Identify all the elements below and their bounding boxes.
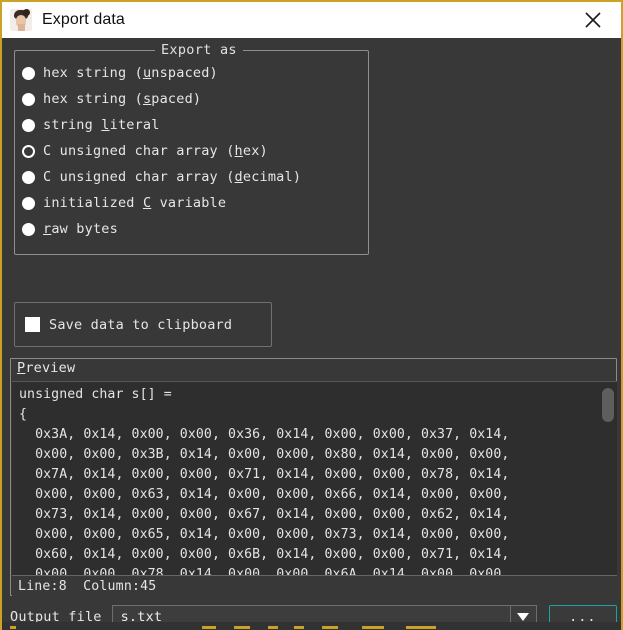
radio-label: C unsigned char array (decimal) xyxy=(43,169,302,185)
title-bar[interactable]: Export data xyxy=(2,2,621,38)
radio-label: C unsigned char array (hex) xyxy=(43,143,268,159)
radio-mark-unselected xyxy=(22,92,35,106)
radio-mark-unselected xyxy=(22,118,35,132)
radio-mark-unselected xyxy=(22,66,35,80)
preview-scrollbar-thumb[interactable] xyxy=(602,388,614,422)
export-as-legend: Export as xyxy=(155,42,243,58)
radio-mark-unselected xyxy=(22,170,35,184)
save-to-clipboard-checkbox[interactable]: Save data to clipboard xyxy=(14,302,272,347)
preview-content: unsigned char s[] = { 0x3A, 0x14, 0x00, … xyxy=(19,387,510,575)
chevron-down-icon xyxy=(517,613,530,621)
portrait-avatar-icon xyxy=(10,9,32,31)
radio-mark-unselected xyxy=(22,222,35,236)
preview-textarea[interactable]: unsigned char s[] = { 0x3A, 0x14, 0x00, … xyxy=(12,381,617,575)
export-data-dialog: Export data Export as hex string (unspac… xyxy=(0,0,623,630)
radio-label: hex string (spaced) xyxy=(43,91,202,107)
radio-mark-selected xyxy=(22,144,35,158)
close-button[interactable] xyxy=(573,2,613,38)
radio-c-unsigned-char-array-hex[interactable]: C unsigned char array (hex) xyxy=(22,138,368,164)
radio-string-literal[interactable]: string literal xyxy=(22,112,368,138)
radio-initialized-c-variable[interactable]: initialized C variable xyxy=(22,190,368,216)
checkbox-box-icon xyxy=(25,317,40,332)
save-to-clipboard-label: Save data to clipboard xyxy=(49,316,233,333)
radio-mark-unselected xyxy=(22,196,35,210)
preview-legend: Preview xyxy=(17,360,76,376)
close-icon xyxy=(585,12,601,28)
cursor-position-text: Line:8 Column:45 xyxy=(18,578,157,594)
radio-raw-bytes[interactable]: raw bytes xyxy=(22,216,368,242)
preview-scrollbar[interactable] xyxy=(602,384,614,574)
background-window-strip xyxy=(2,622,621,630)
preview-group: Preview unsigned char s[] = { 0x3A, 0x14… xyxy=(10,358,617,596)
export-format-radio-group: hex string (unspaced) hex string (spaced… xyxy=(15,51,368,242)
export-as-group: Export as hex string (unspaced) hex stri… xyxy=(14,42,369,255)
dialog-body: Export as hex string (unspaced) hex stri… xyxy=(2,38,621,630)
radio-hex-string-spaced[interactable]: hex string (spaced) xyxy=(22,86,368,112)
preview-statusbar: Line:8 Column:45 xyxy=(12,575,617,596)
radio-label: hex string (unspaced) xyxy=(43,65,218,81)
radio-label: string literal xyxy=(43,117,160,133)
radio-label: raw bytes xyxy=(43,221,118,237)
radio-label: initialized C variable xyxy=(43,195,227,211)
window-title: Export data xyxy=(42,11,125,28)
radio-hex-string-unspaced[interactable]: hex string (unspaced) xyxy=(22,60,368,86)
radio-c-unsigned-char-array-decimal[interactable]: C unsigned char array (decimal) xyxy=(22,164,368,190)
